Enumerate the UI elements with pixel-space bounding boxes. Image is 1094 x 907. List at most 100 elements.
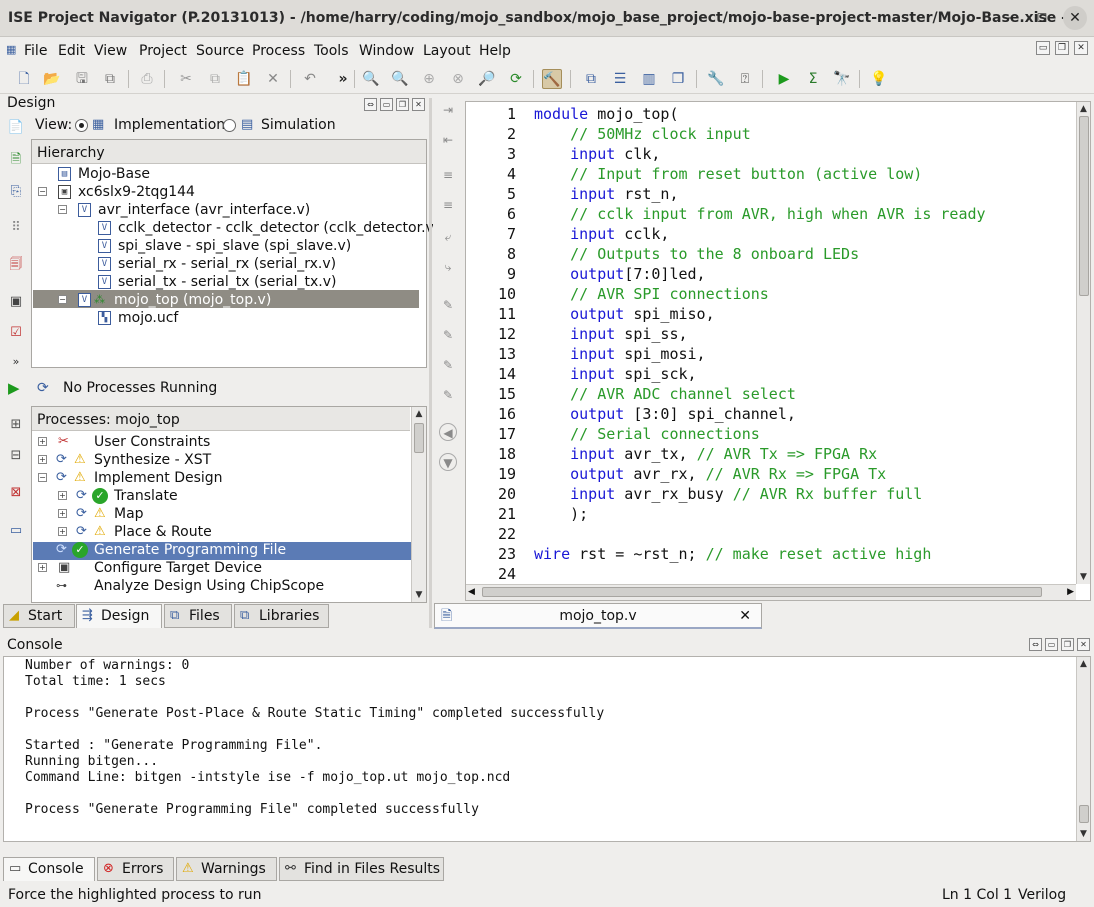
code-line[interactable]: 24 — [466, 564, 1076, 584]
tab-find-in-files[interactable]: ⚯ Find in Files Results — [279, 857, 444, 881]
implementation-radio[interactable] — [75, 119, 88, 132]
menu-edit[interactable]: Edit — [58, 43, 85, 59]
find-icon[interactable]: 🔎 — [477, 69, 497, 89]
editor-hscroll-thumb[interactable] — [482, 587, 1042, 597]
code-line[interactable]: 21 ); — [466, 504, 1076, 524]
more-tools-icon[interactable]: » — [6, 352, 26, 372]
menu-window[interactable]: Window — [359, 43, 414, 59]
bookmark-clear-icon[interactable]: ✎ — [439, 386, 457, 404]
zoom-full-icon[interactable]: ⊗ — [448, 69, 468, 89]
restore-windows-icon[interactable]: ❐ — [668, 69, 688, 89]
simulation-radio[interactable] — [223, 119, 236, 132]
tile-vertical-icon[interactable]: ▥ — [639, 69, 659, 89]
add-copy-source-icon[interactable]: 🗎 — [6, 150, 26, 170]
process-tool-2-icon[interactable]: ⊟ — [6, 446, 26, 466]
process-tool-1-icon[interactable]: ⊞ — [6, 415, 26, 435]
vertical-splitter[interactable] — [429, 98, 432, 628]
code-line[interactable]: 2 // 50MHz clock input — [466, 124, 1076, 144]
code-line[interactable]: 13 input spi_mosi, — [466, 344, 1076, 364]
code-line[interactable]: 1 module mojo_top( — [466, 104, 1076, 124]
run-icon[interactable]: ▶ — [774, 69, 794, 89]
code-line[interactable]: 20 input avr_rx_busy // AVR Rx buffer fu… — [466, 484, 1076, 504]
scroll-right-icon[interactable]: ▶ — [1067, 585, 1074, 599]
check-syntax-icon[interactable]: ☑ — [6, 323, 26, 343]
collapse-icon[interactable]: − — [38, 473, 47, 482]
code-line[interactable]: 10 // AVR SPI connections — [466, 284, 1076, 304]
hierarchy-expand-icon[interactable]: ⠿ — [6, 218, 26, 238]
remove-source-icon[interactable]: 🗐 — [6, 255, 26, 275]
tab-warnings[interactable]: ⚠ Warnings — [176, 857, 277, 881]
tab-files[interactable]: ⧉ Files — [164, 604, 232, 628]
panel-minimize-icon[interactable]: ▭ — [1045, 638, 1058, 651]
collapse-icon[interactable]: − — [58, 205, 67, 214]
menu-file[interactable]: File — [24, 43, 47, 59]
code-line[interactable]: 14 input spi_sck, — [466, 364, 1076, 384]
tile-horizontal-icon[interactable]: ☰ — [610, 69, 630, 89]
zoom-fit-icon[interactable]: ⊕ — [419, 69, 439, 89]
delete-icon[interactable]: ✕ — [263, 69, 283, 89]
mdi-restore-icon[interactable]: ❐ — [1055, 41, 1069, 55]
save-all-icon[interactable]: ⧉ — [100, 69, 120, 89]
editor-vertical-scrollbar[interactable]: ▲ ▼ — [1076, 102, 1090, 584]
refresh-icon[interactable]: ⟳ — [506, 69, 526, 89]
context-help-icon[interactable]: ⍰ — [735, 69, 755, 89]
editor-outdent-icon[interactable]: ⇤ — [439, 131, 457, 149]
scroll-down-icon[interactable]: ▼ — [1077, 570, 1090, 584]
maximize-icon[interactable]: ☐ — [1030, 6, 1054, 30]
editor-unwrap-icon[interactable]: ⤷ — [439, 258, 457, 276]
tab-libraries[interactable]: ⧉ Libraries — [234, 604, 329, 628]
tab-console[interactable]: ▭ Console — [3, 857, 95, 881]
scroll-up-icon[interactable]: ▲ — [1077, 657, 1090, 671]
menu-layout[interactable]: Layout — [423, 43, 471, 59]
expand-icon[interactable]: + — [58, 527, 67, 536]
code-line[interactable]: 23 wire rst = ~rst_n; // make reset activ… — [466, 544, 1076, 564]
processes-scrollbar[interactable]: ▲ ▼ — [411, 407, 426, 602]
expand-icon[interactable]: + — [58, 509, 67, 518]
simulation-label[interactable]: Simulation — [261, 117, 336, 133]
menu-view[interactable]: View — [94, 43, 127, 59]
collapse-icon[interactable]: − — [58, 295, 67, 304]
new-source-icon[interactable]: ⎘ — [6, 182, 26, 202]
menu-tools[interactable]: Tools — [314, 43, 349, 59]
cut-icon[interactable]: ✂ — [176, 69, 196, 89]
code-line[interactable]: 7 input cclk, — [466, 224, 1076, 244]
chip-settings-icon[interactable]: ▣ — [6, 292, 26, 312]
scroll-left-icon[interactable]: ◀ — [468, 585, 475, 599]
process-tool-3-icon[interactable]: ⊠ — [6, 483, 26, 503]
editor-pen-icon[interactable]: ✎ — [439, 296, 457, 314]
collapse-icon[interactable]: − — [38, 187, 47, 196]
save-icon[interactable]: 🖫 — [72, 69, 92, 89]
close-tab-icon[interactable]: ✕ — [739, 604, 751, 628]
code-area[interactable]: 1 module mojo_top(2 // 50MHz clock input 3… — [466, 102, 1076, 584]
bookmark-set-icon[interactable]: ✎ — [439, 326, 457, 344]
code-line[interactable]: 4 // Input from reset button (active low… — [466, 164, 1076, 184]
editor-scroll-thumb[interactable] — [1079, 116, 1089, 296]
add-source-icon[interactable]: 📄 — [6, 118, 26, 138]
telescope-icon[interactable]: 🔭 — [832, 69, 852, 89]
expand-icon[interactable]: + — [38, 455, 47, 464]
process-tool-4-icon[interactable]: ▭ — [6, 521, 26, 541]
scroll-up-icon[interactable]: ▲ — [1077, 102, 1090, 116]
nav-back-icon[interactable]: ◀ — [439, 423, 457, 441]
scroll-up-icon[interactable]: ▲ — [412, 407, 426, 421]
print-icon[interactable]: ⎙ — [137, 69, 157, 89]
code-line[interactable]: 11 output spi_miso, — [466, 304, 1076, 324]
code-line[interactable]: 18 input avr_tx, // AVR Tx => FPGA Rx — [466, 444, 1076, 464]
cascade-windows-icon[interactable]: ⧉ — [581, 69, 601, 89]
scroll-thumb[interactable] — [414, 423, 424, 453]
zoom-out-icon[interactable]: 🔍 — [390, 69, 410, 89]
code-line[interactable]: 8 // Outputs to the 8 onboard LEDs — [466, 244, 1076, 264]
implementation-label[interactable]: Implementation — [114, 117, 225, 133]
code-line[interactable]: 17 // Serial connections — [466, 424, 1076, 444]
code-line[interactable]: 22 — [466, 524, 1076, 544]
zoom-in-icon[interactable]: 🔍 — [361, 69, 381, 89]
console-output[interactable]: Number of warnings: 0 Total time: 1 secs P… — [3, 656, 1091, 842]
bookmark-next-icon[interactable]: ✎ — [439, 356, 457, 374]
editor-tab[interactable]: 🗎 mojo_top.v ✕ — [434, 603, 762, 629]
panel-float-icon[interactable]: ⇔ — [1029, 638, 1042, 651]
code-line[interactable]: 5 input rst_n, — [466, 184, 1076, 204]
app-menu-icon[interactable]: ▦ — [6, 43, 16, 56]
code-line[interactable]: 19 output avr_rx, // AVR Rx => FPGA Tx — [466, 464, 1076, 484]
menu-source[interactable]: Source — [196, 43, 244, 59]
panel-float-icon[interactable]: ⇔ — [364, 98, 377, 111]
